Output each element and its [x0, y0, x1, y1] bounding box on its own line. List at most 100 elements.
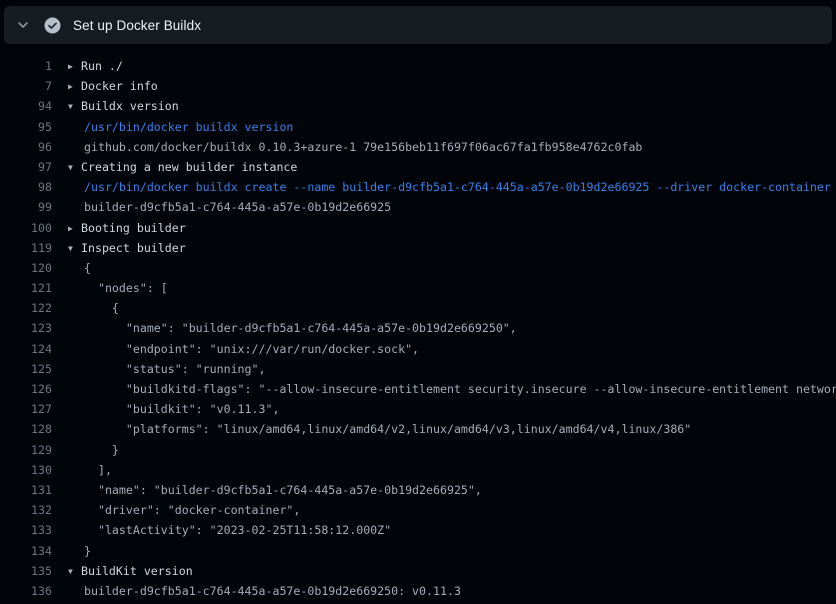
line-number[interactable]: 119: [0, 238, 52, 258]
log-line-row: 136builder-d9cfb5a1-c764-445a-a57e-0b19d…: [0, 581, 836, 601]
output-text: {: [84, 301, 119, 315]
step-header-set-up-docker-buildx[interactable]: Set up Docker Buildx: [4, 6, 832, 44]
output-text: builder-d9cfb5a1-c764-445a-a57e-0b19d2e6…: [84, 200, 391, 214]
line-number[interactable]: 95: [0, 117, 52, 137]
line-number[interactable]: 136: [0, 581, 52, 601]
group-title: Inspect builder: [81, 241, 186, 255]
line-number[interactable]: 121: [0, 278, 52, 298]
group-title: Creating a new builder instance: [81, 160, 297, 174]
output-text: {: [84, 261, 91, 275]
output-text: "name": "builder-d9cfb5a1-c764-445a-a57e…: [84, 483, 482, 497]
log-line-row: 123 "name": "builder-d9cfb5a1-c764-445a-…: [0, 318, 836, 338]
check-circle-icon-svg: [44, 17, 61, 34]
log-line-row: 127 "buildkit": "v0.11.3",: [0, 399, 836, 419]
log-line-row: 95/usr/bin/docker buildx version: [0, 117, 836, 137]
triangle-expanded-icon[interactable]: ▼: [68, 97, 81, 116]
line-number[interactable]: 97: [0, 157, 52, 177]
line-number[interactable]: 125: [0, 359, 52, 379]
log-line-content: ▶Booting builder: [52, 218, 836, 238]
log-line-row: 133 "lastActivity": "2023-02-25T11:58:12…: [0, 520, 836, 540]
log-line-content: ▼Inspect builder: [52, 238, 836, 258]
log-line-content: "platforms": "linux/amd64,linux/amd64/v2…: [52, 419, 836, 439]
line-number[interactable]: 120: [0, 258, 52, 278]
triangle-expanded-icon[interactable]: ▼: [68, 562, 81, 581]
log-line-content: {: [52, 298, 836, 318]
log-line-row: 125 "status": "running",: [0, 359, 836, 379]
group-title: BuildKit version: [81, 564, 193, 578]
command-text: /usr/bin/docker buildx version: [84, 120, 293, 134]
log-line-content: builder-d9cfb5a1-c764-445a-a57e-0b19d2e6…: [52, 197, 836, 217]
log-line-content: "driver": "docker-container",: [52, 500, 836, 520]
group-title: Docker info: [81, 79, 158, 93]
triangle-collapsed-icon[interactable]: ▶: [68, 57, 81, 76]
group-title: Run ./: [81, 59, 123, 73]
line-number[interactable]: 96: [0, 137, 52, 157]
line-number[interactable]: 94: [0, 96, 52, 116]
log-line-row: 124 "endpoint": "unix:///var/run/docker.…: [0, 339, 836, 359]
log-line-content: "status": "running",: [52, 359, 836, 379]
log-line-row: 120 {: [0, 258, 836, 278]
line-number[interactable]: 130: [0, 460, 52, 480]
triangle-collapsed-icon[interactable]: ▶: [68, 77, 81, 96]
log-line-content: ▼Creating a new builder instance: [52, 157, 836, 177]
output-text: "endpoint": "unix:///var/run/docker.sock…: [84, 342, 419, 356]
line-number[interactable]: 122: [0, 298, 52, 318]
line-number[interactable]: 123: [0, 318, 52, 338]
log-line-content: ▼Buildx version: [52, 96, 836, 116]
output-text: "name": "builder-d9cfb5a1-c764-445a-a57e…: [84, 321, 517, 335]
chevron-down-icon-svg: [17, 19, 29, 31]
triangle-collapsed-icon[interactable]: ▶: [68, 219, 81, 238]
log-group-row[interactable]: 119▼Inspect builder: [0, 238, 836, 258]
output-text: "lastActivity": "2023-02-25T11:58:12.000…: [84, 523, 391, 537]
log-line-content: }: [52, 440, 836, 460]
log-line-content: builder-d9cfb5a1-c764-445a-a57e-0b19d2e6…: [52, 581, 836, 601]
triangle-expanded-icon[interactable]: ▼: [68, 158, 81, 177]
line-number[interactable]: 128: [0, 419, 52, 439]
triangle-expanded-icon[interactable]: ▼: [68, 239, 81, 258]
log-line-row: 96 github.com/docker/buildx 0.10.3+azure-…: [0, 137, 836, 157]
line-number[interactable]: 135: [0, 561, 52, 581]
step-title: Set up Docker Buildx: [73, 18, 201, 33]
log-line-content: /usr/bin/docker buildx create --name bui…: [52, 177, 836, 197]
log-group-row[interactable]: 7▶Docker info: [0, 76, 836, 96]
line-number[interactable]: 127: [0, 399, 52, 419]
line-number[interactable]: 1: [0, 56, 52, 76]
line-number[interactable]: 124: [0, 339, 52, 359]
line-number[interactable]: 100: [0, 218, 52, 238]
log-group-row[interactable]: 94▼Buildx version: [0, 96, 836, 116]
log-group-row[interactable]: 1▶Run ./: [0, 56, 836, 76]
output-text: "platforms": "linux/amd64,linux/amd64/v2…: [84, 422, 691, 436]
output-text: "nodes": [: [84, 281, 168, 295]
chevron-down-icon[interactable]: [16, 18, 30, 32]
log-line-row: 126 "buildkitd-flags": "--allow-insecure…: [0, 379, 836, 399]
step-success-check-icon: [44, 17, 61, 34]
line-number[interactable]: 132: [0, 500, 52, 520]
log-line-content: "buildkitd-flags": "--allow-insecure-ent…: [52, 379, 836, 399]
log-line-row: 99 builder-d9cfb5a1-c764-445a-a57e-0b19d2…: [0, 197, 836, 217]
line-number[interactable]: 126: [0, 379, 52, 399]
output-text: "driver": "docker-container",: [84, 503, 300, 517]
log-line-content: }: [52, 541, 836, 561]
log-group-row[interactable]: 100▶Booting builder: [0, 218, 836, 238]
log-line-row: 131 "name": "builder-d9cfb5a1-c764-445a-…: [0, 480, 836, 500]
line-number[interactable]: 129: [0, 440, 52, 460]
line-number[interactable]: 131: [0, 480, 52, 500]
line-number[interactable]: 98: [0, 177, 52, 197]
log-line-content: ▶Run ./: [52, 56, 836, 76]
log-line-content: "lastActivity": "2023-02-25T11:58:12.000…: [52, 520, 836, 540]
line-number[interactable]: 134: [0, 541, 52, 561]
log-line-content: ],: [52, 460, 836, 480]
line-number[interactable]: 133: [0, 520, 52, 540]
output-text: }: [84, 544, 91, 558]
log-line-content: ▶Docker info: [52, 76, 836, 96]
log-line-content: ▼BuildKit version: [52, 561, 836, 581]
line-number[interactable]: 99: [0, 197, 52, 217]
output-text: github.com/docker/buildx 0.10.3+azure-1 …: [84, 140, 642, 154]
log-line-content: "endpoint": "unix:///var/run/docker.sock…: [52, 339, 836, 359]
line-number[interactable]: 7: [0, 76, 52, 96]
log-line-content: "nodes": [: [52, 278, 836, 298]
log-output-panel: 1▶Run ./7▶Docker info94▼Buildx version95…: [0, 44, 836, 604]
output-text: "buildkitd-flags": "--allow-insecure-ent…: [84, 382, 836, 396]
log-group-row[interactable]: 97▼Creating a new builder instance: [0, 157, 836, 177]
log-group-row[interactable]: 135▼BuildKit version: [0, 561, 836, 581]
